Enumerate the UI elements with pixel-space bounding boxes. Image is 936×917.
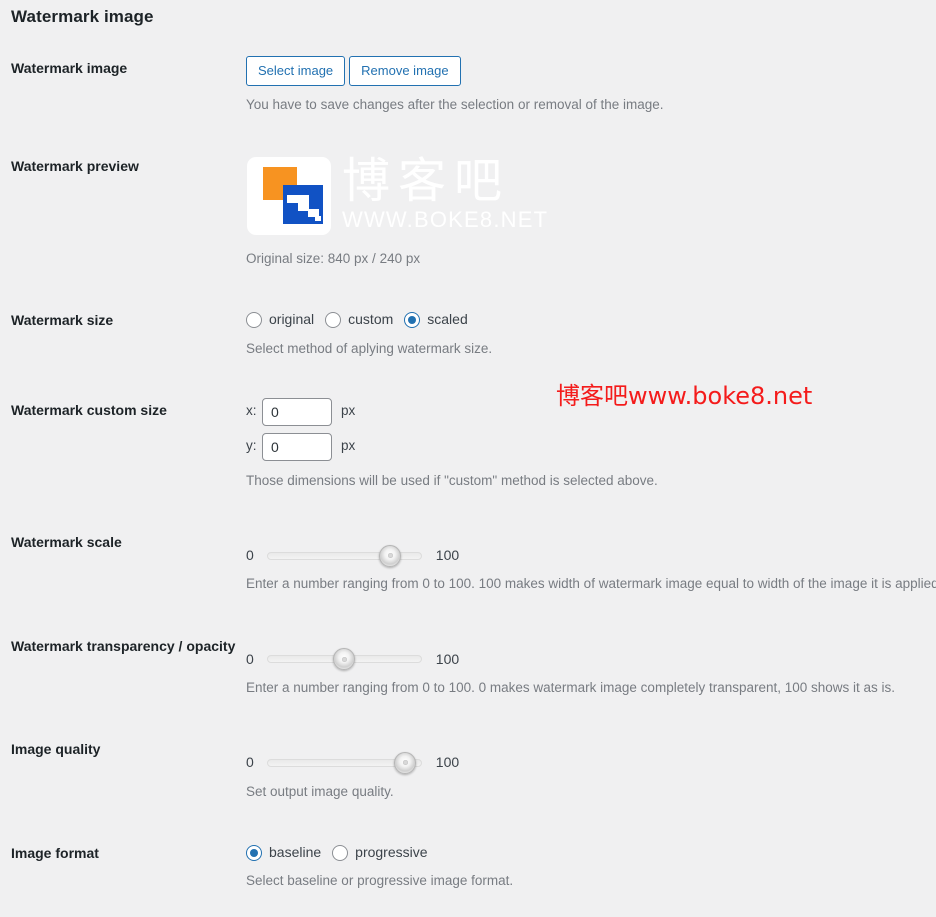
cell-watermark-size: original custom scaled Select method of … <box>246 295 936 385</box>
image-format-radio-group: baseline progressive <box>246 843 926 863</box>
label-watermark-transparency: Watermark transparency / opacity <box>11 637 236 654</box>
slider-thumb[interactable] <box>394 751 417 774</box>
image-quality-slider[interactable]: 0 90 100 <box>246 737 926 774</box>
label-image-quality: Image quality <box>11 741 101 758</box>
radio-icon[interactable] <box>246 311 262 328</box>
slider-min-label: 0 <box>246 546 254 563</box>
slider-row: 0 80 100 <box>246 544 926 567</box>
logo-step-shape <box>315 216 321 222</box>
remove-image-button[interactable]: Remove image <box>349 56 461 86</box>
watermark-settings-form: Watermark image Select image Remove image… <box>0 43 936 917</box>
slider-thumb[interactable] <box>333 648 356 671</box>
preview-overlay-url-text: WWW.BOKE8.NET <box>342 206 549 232</box>
x-prefix-label: x: <box>246 403 257 419</box>
slider-track[interactable]: 50 <box>266 648 422 671</box>
label-watermark-preview: Watermark preview <box>11 158 139 175</box>
watermark-preview-image: 博客吧 WWW.BOKE8.NET <box>246 153 547 240</box>
slider-max-label: 100 <box>435 546 460 563</box>
preview-watermark-overlay: 博客吧 WWW.BOKE8.NET <box>342 151 552 230</box>
row-watermark-scale: Watermark scale 0 80 100 Enter a number … <box>0 517 936 621</box>
row-watermark-size: Watermark size original custom scaled Se… <box>0 295 936 385</box>
preview-overlay-cjk-text: 博客吧 <box>342 153 511 210</box>
cell-watermark-custom-size: x: px y: px Those dimensions will be use… <box>246 385 936 517</box>
radio-option-baseline[interactable]: baseline <box>246 843 321 863</box>
radio-icon-selected[interactable] <box>404 311 421 328</box>
custom-size-x-row: x: px <box>246 397 926 426</box>
image-format-description: Select baseline or progressive image for… <box>246 873 514 889</box>
radio-label-scaled: scaled <box>427 311 468 328</box>
label-watermark-custom-size: Watermark custom size <box>11 401 167 418</box>
watermark-image-description: You have to save changes after the selec… <box>246 97 664 112</box>
watermark-size-radio-group: original custom scaled <box>246 310 926 330</box>
radio-option-custom[interactable]: custom <box>325 310 393 330</box>
custom-size-y-input[interactable] <box>262 432 332 461</box>
label-watermark-size: Watermark size <box>11 312 114 329</box>
image-quality-description: Set output image quality. <box>246 783 394 799</box>
radio-option-progressive[interactable]: progressive <box>332 843 428 863</box>
slider-thumb[interactable] <box>379 544 402 567</box>
radio-label-custom: custom <box>348 311 394 328</box>
radio-icon[interactable] <box>325 311 342 328</box>
label-watermark-image: Watermark image <box>11 60 128 76</box>
slider-min-label: 0 <box>246 754 254 771</box>
cell-image-format: baseline progressive Select baseline or … <box>246 828 936 917</box>
radio-option-original[interactable]: original <box>246 310 314 330</box>
cell-watermark-image: Select image Remove image You have to sav… <box>246 43 936 141</box>
row-watermark-custom-size: Watermark custom size x: px y: px Those … <box>0 385 936 517</box>
y-unit-label: px <box>341 438 356 454</box>
custom-size-y-row: y: px <box>246 432 926 461</box>
page-title: Watermark image <box>11 7 154 26</box>
radio-option-scaled[interactable]: scaled <box>404 310 468 330</box>
select-image-button[interactable]: Select image <box>246 56 346 86</box>
cell-watermark-transparency: 0 50 100 Enter a number ranging from 0 t… <box>246 621 936 725</box>
original-size-text: Original size: 840 px / 240 px <box>246 251 421 267</box>
radio-label-original: original <box>269 311 315 328</box>
slider-track[interactable]: 90 <box>266 751 422 774</box>
row-watermark-preview: Watermark preview 博客吧 WWW.BOKE8.NET Orig… <box>0 141 936 295</box>
custom-size-x-input[interactable] <box>262 397 332 426</box>
radio-label-progressive: progressive <box>355 843 428 860</box>
row-watermark-image: Watermark image Select image Remove image… <box>0 43 936 141</box>
cell-watermark-preview: 博客吧 WWW.BOKE8.NET Original size: 840 px … <box>246 141 936 295</box>
watermark-scale-description: Enter a number ranging from 0 to 100. 10… <box>246 576 936 592</box>
watermark-scale-slider[interactable]: 0 80 100 <box>246 530 926 567</box>
slider-max-label: 100 <box>435 754 460 771</box>
cell-image-quality: 0 90 100 Set output image quality. <box>246 724 936 828</box>
x-unit-label: px <box>341 403 356 419</box>
slider-min-label: 0 <box>246 650 254 667</box>
row-image-format: Image format baseline progressive Select… <box>0 828 936 917</box>
radio-icon[interactable] <box>332 844 349 861</box>
slider-row: 0 90 100 <box>246 751 926 774</box>
label-image-format: Image format <box>11 844 99 861</box>
y-prefix-label: y: <box>246 438 257 454</box>
radio-label-baseline: baseline <box>269 843 322 860</box>
row-image-quality: Image quality 0 90 100 Set output image … <box>0 724 936 828</box>
row-watermark-transparency: Watermark transparency / opacity 0 50 10… <box>0 621 936 725</box>
watermark-transparency-slider[interactable]: 0 50 100 <box>246 634 926 671</box>
radio-icon-selected[interactable] <box>246 844 262 861</box>
watermark-transparency-description: Enter a number ranging from 0 to 100. 0 … <box>246 680 896 696</box>
watermark-custom-size-description: Those dimensions will be used if "custom… <box>246 472 658 488</box>
logo-step-shape <box>287 195 309 204</box>
watermark-size-description: Select method of aplying watermark size. <box>246 340 493 356</box>
slider-track[interactable]: 80 <box>266 544 422 567</box>
cell-watermark-scale: 0 80 100 Enter a number ranging from 0 t… <box>246 517 936 621</box>
slider-max-label: 100 <box>435 650 460 667</box>
slider-row: 0 50 100 <box>246 648 926 671</box>
label-watermark-scale: Watermark scale <box>11 533 122 550</box>
